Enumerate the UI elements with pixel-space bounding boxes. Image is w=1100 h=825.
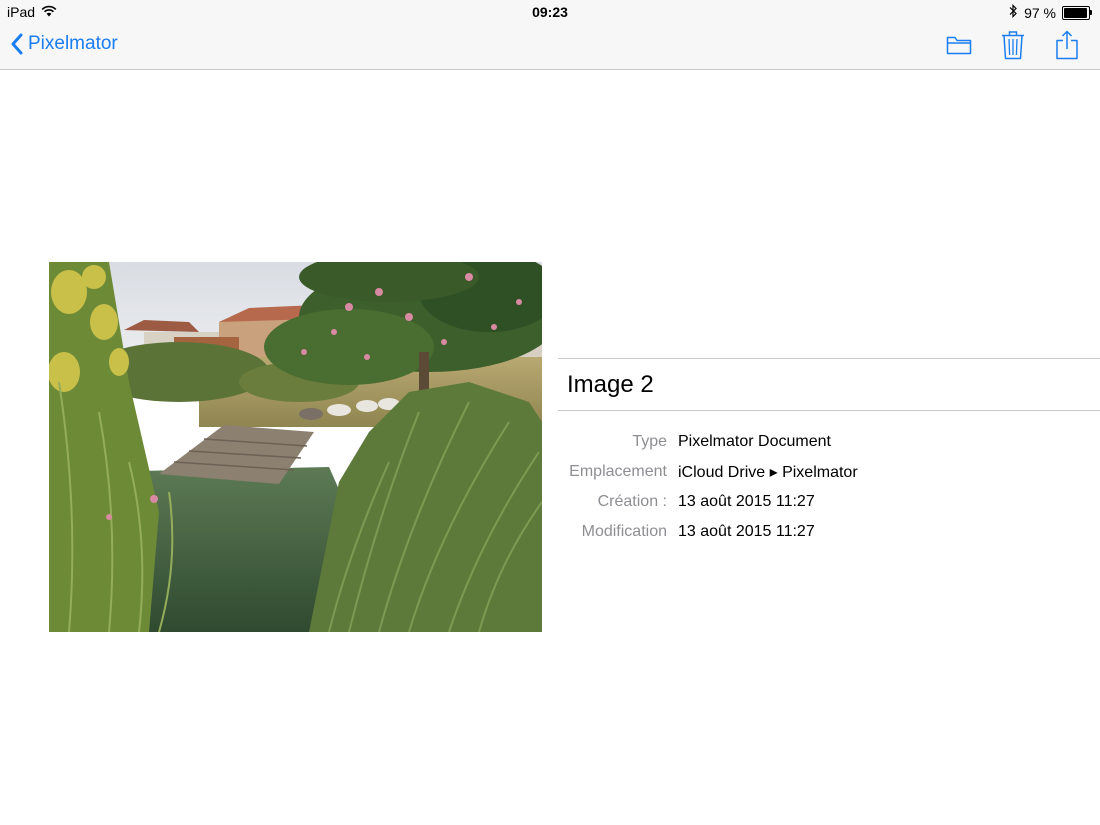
battery-icon (1062, 5, 1092, 20)
status-right: 97 % (1009, 4, 1092, 21)
nav-actions (944, 30, 1082, 60)
bluetooth-icon (1009, 4, 1018, 21)
detail-row-type: Type Pixelmator Document (558, 427, 1100, 457)
garden-pond-photo (49, 262, 542, 632)
detail-label: Emplacement (569, 463, 667, 480)
detail-label: Modification (581, 523, 667, 540)
detail-row-location: Emplacement iCloud Drive ▸ Pixelmator (558, 457, 1100, 487)
battery-fill (1064, 7, 1088, 18)
detail-value: Pixelmator Document (678, 433, 831, 450)
navigation-bar: Pixelmator (0, 24, 1100, 70)
back-button-label: Pixelmator (28, 33, 118, 54)
trash-icon (1002, 31, 1024, 60)
detail-row-created: Création : 13 août 2015 11:27 (558, 487, 1100, 517)
battery-percent: 97 % (1024, 4, 1056, 21)
share-icon (1056, 30, 1078, 60)
detail-value: 13 août 2015 11:27 (678, 493, 815, 510)
document-details: Type Pixelmator Document Emplacement iCl… (558, 427, 1100, 547)
document-info-panel: Image 2 Type Pixelmator Document Emplace… (558, 358, 1100, 547)
share-button[interactable] (1052, 30, 1082, 60)
chevron-left-icon (11, 33, 23, 55)
document-title-row: Image 2 (558, 358, 1100, 411)
status-bar: iPad 09:23 97 % (0, 0, 1100, 24)
back-button[interactable]: Pixelmator (10, 33, 118, 55)
trash-button[interactable] (998, 30, 1028, 60)
folder-icon (946, 36, 972, 55)
document-title: Image 2 (567, 370, 654, 398)
detail-value: iCloud Drive ▸ Pixelmator (678, 464, 858, 481)
detail-label: Création : (597, 493, 667, 510)
detail-value: 13 août 2015 11:27 (678, 523, 815, 540)
detail-label: Type (632, 433, 667, 450)
battery-tip (1090, 10, 1092, 15)
battery-body (1062, 5, 1090, 20)
document-thumbnail[interactable] (49, 262, 542, 632)
folder-button[interactable] (944, 30, 974, 60)
status-time: 09:23 (532, 4, 568, 20)
detail-row-modified: Modification 13 août 2015 11:27 (558, 517, 1100, 547)
